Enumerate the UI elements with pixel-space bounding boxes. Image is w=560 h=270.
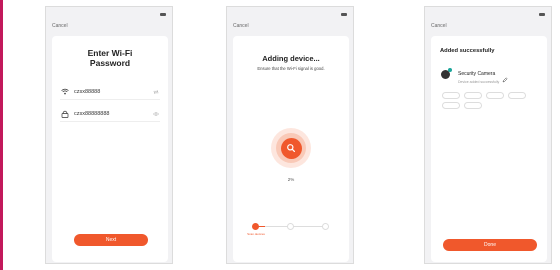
page-subtitle: Ensure that the Wi-Fi signal is good.	[257, 66, 325, 71]
room-chip[interactable]	[464, 92, 482, 99]
step-label: Scan devices	[247, 232, 265, 236]
side-accent-bar	[0, 0, 3, 270]
step-dot	[287, 223, 294, 230]
done-button[interactable]: Done	[443, 239, 537, 251]
room-chip[interactable]	[486, 92, 504, 99]
next-button[interactable]: Next	[74, 234, 148, 246]
status-bar	[52, 10, 166, 18]
progress-steps: Scan devices	[247, 223, 335, 243]
status-bar	[233, 10, 347, 18]
lock-icon	[60, 109, 69, 118]
ssid-field[interactable]: czsx88888	[60, 84, 160, 100]
ssid-value: czsx88888	[74, 88, 101, 95]
step-dot	[322, 223, 329, 230]
step-dot-active	[252, 223, 259, 230]
phone-screen-success: Cancel Added successfully Security Camer…	[424, 6, 552, 264]
cancel-button[interactable]: Cancel	[52, 23, 68, 29]
password-value: czsx88888888	[74, 110, 110, 117]
page-title: Added successfully	[440, 48, 495, 54]
battery-icon	[160, 12, 166, 16]
cancel-button[interactable]: Cancel	[233, 23, 249, 29]
room-list	[442, 92, 537, 109]
room-chip[interactable]	[442, 92, 460, 99]
eye-icon[interactable]	[151, 111, 160, 117]
battery-icon	[341, 12, 347, 16]
status-bar	[431, 10, 545, 18]
phone-screen-wifi: Cancel Enter Wi-Fi Password czsx88888 cz…	[45, 6, 173, 264]
online-indicator	[448, 68, 452, 72]
wifi-icon	[60, 87, 69, 96]
password-field[interactable]: czsx88888888	[60, 106, 160, 122]
page: Cancel Enter Wi-Fi Password czsx88888 cz…	[0, 0, 560, 270]
battery-icon	[539, 12, 545, 16]
wifi-card: Enter Wi-Fi Password czsx88888 czsx88888…	[52, 36, 168, 262]
search-icon	[280, 137, 302, 159]
device-status: Device added successfully	[458, 80, 500, 84]
page-title: Enter Wi-Fi Password	[87, 48, 133, 68]
phone-screen-adding: Cancel Adding device... Ensure that the …	[226, 6, 354, 264]
switch-icon[interactable]	[151, 89, 160, 95]
adding-card: Adding device... Ensure that the Wi-Fi s…	[233, 36, 349, 262]
cancel-button[interactable]: Cancel	[431, 23, 447, 29]
progress-percent: 2%	[287, 177, 295, 182]
success-card: Added successfully Security Camera Devic…	[431, 36, 547, 262]
room-chip[interactable]	[464, 102, 482, 109]
room-chip[interactable]	[442, 102, 460, 109]
device-name: Security Camera	[458, 71, 496, 77]
room-chip[interactable]	[508, 92, 526, 99]
edit-icon[interactable]	[502, 70, 508, 83]
page-title: Adding device...	[262, 54, 320, 63]
search-pulse	[271, 128, 311, 168]
